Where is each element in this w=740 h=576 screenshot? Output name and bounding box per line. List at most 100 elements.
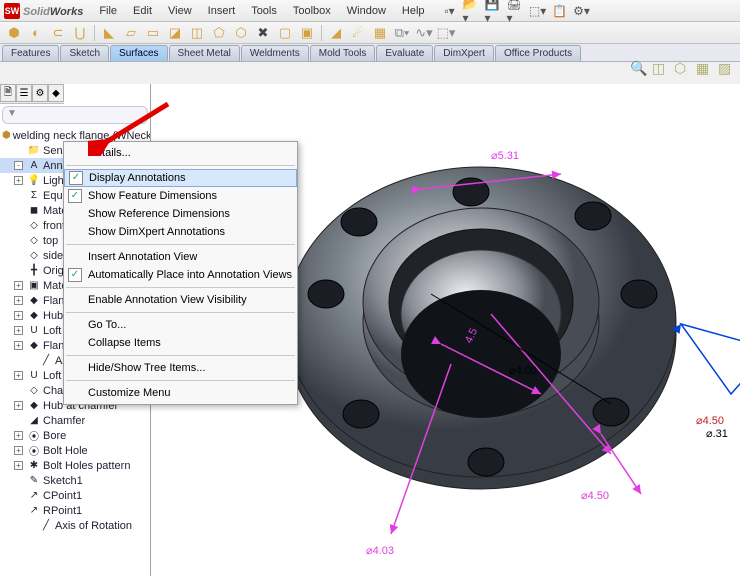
menu-file[interactable]: File [91,2,125,20]
surf6-icon[interactable]: ▣ [297,24,317,42]
tree-label: Chamfer [43,415,85,427]
extrude-icon[interactable]: ⬢ [4,24,24,42]
select-icon[interactable]: ⬚▾ [529,2,547,20]
ctx-customize-menu[interactable]: Customize Menu [64,384,297,402]
print-icon[interactable]: 🖨▾ [507,2,525,20]
expander-icon[interactable]: + [14,461,23,470]
tab-mold-tools[interactable]: Mold Tools [310,45,376,61]
tab-dimxpert[interactable]: DimXpert [434,45,494,61]
expander-icon[interactable]: + [14,326,23,335]
expander-icon[interactable]: - [14,161,23,170]
knit-icon[interactable]: ☄ [348,24,368,42]
expander-icon[interactable]: + [14,311,23,320]
tree-item[interactable]: ╱Axis of Rotation [0,518,150,533]
tree-item[interactable]: ↗RPoint1 [0,503,150,518]
menu-toolbox[interactable]: Toolbox [285,2,339,20]
options-icon[interactable]: ⚙▾ [573,2,591,20]
loft-icon[interactable]: ⋃ [70,24,90,42]
save-icon[interactable]: 💾▾ [485,2,503,20]
svg-text:⌀4.00: ⌀4.00 [509,365,537,377]
tree-item[interactable]: ↗CPoint1 [0,488,150,503]
curves-icon[interactable]: ∿▾ [414,24,434,42]
tree-tab-fm[interactable]: 🗎 [0,84,16,102]
tree-item[interactable]: ◢Chamfer [0,413,150,428]
expander-icon[interactable]: + [14,401,23,410]
tree-icon: ◆ [27,340,41,352]
plane-icon[interactable]: ▱ [121,24,141,42]
expander-icon[interactable]: + [14,281,23,290]
menu-help[interactable]: Help [394,2,433,20]
surf5-icon[interactable]: ▢ [275,24,295,42]
tab-weldments[interactable]: Weldments [241,45,309,61]
tree-tab-cfg[interactable]: ⚙ [32,84,48,102]
ctx-label: Show Reference Dimensions [88,208,230,220]
revolve-icon[interactable]: ◐ [26,24,46,42]
tree-label: Bolt Holes pattern [43,460,130,472]
ctx-display-annotations[interactable]: ✓Display Annotations [64,169,297,187]
tab-sheet-metal[interactable]: Sheet Metal [169,45,240,61]
expander-icon[interactable]: + [14,446,23,455]
sweep-icon[interactable]: ⊂ [48,24,68,42]
tree-item[interactable]: +✱Bolt Holes pattern [0,458,150,473]
tab-sketch[interactable]: Sketch [60,45,109,61]
checkbox-icon: ✓ [68,189,82,203]
surf1-icon[interactable]: ◪ [165,24,185,42]
scene-icon[interactable]: ▨ [718,60,736,78]
fillet2-icon[interactable]: ◢ [326,24,346,42]
ctx-show-feature-dimensions[interactable]: ✓Show Feature Dimensions [64,187,297,205]
expander-icon[interactable]: + [14,431,23,440]
menu-tools[interactable]: Tools [243,2,285,20]
view-orient-icon[interactable]: ⬡ [674,60,692,78]
tree-icon: ╱ [39,355,53,367]
ctx-enable-annotation-view-visibility[interactable]: Enable Annotation View Visibility [64,291,297,309]
thicken-icon[interactable]: ▦ [370,24,390,42]
callout-arrow [88,96,178,156]
sectionview-icon[interactable]: ◫ [652,60,670,78]
delete-icon[interactable]: ✖ [253,24,273,42]
tab-surfaces[interactable]: Surfaces [110,45,167,61]
display-icon[interactable]: ▦ [696,60,714,78]
tree-icon: ◇ [27,220,41,232]
svg-text:⌀.31: ⌀.31 [706,428,728,440]
ctx-automatically-place-into-annotation-views[interactable]: ✓Automatically Place into Annotation Vie… [64,266,297,284]
tree-tab-pm[interactable]: ☰ [16,84,32,102]
menu-window[interactable]: Window [339,2,394,20]
menu-insert[interactable]: Insert [200,2,244,20]
expander-icon[interactable]: + [14,176,23,185]
ctx-hide-show-tree-items-[interactable]: Hide/Show Tree Items... [64,359,297,377]
fillet-icon[interactable]: ◣ [99,24,119,42]
surf3-icon[interactable]: ⬠ [209,24,229,42]
ctx-show-reference-dimensions[interactable]: Show Reference Dimensions [64,205,297,223]
inst3d-icon[interactable]: ⬚▾ [436,24,456,42]
ctx-label: Display Annotations [89,172,186,184]
new-icon[interactable]: ▫▾ [441,2,459,20]
rebuild-icon[interactable]: 📋 [551,2,569,20]
checkbox-icon [68,293,82,307]
menu-edit[interactable]: Edit [125,2,160,20]
ctx-insert-annotation-view[interactable]: Insert Annotation View [64,248,297,266]
tree-item[interactable]: ✎Sketch1 [0,473,150,488]
svg-text:⌀4.50: ⌀4.50 [696,415,724,427]
logo-icon: SW [4,3,20,19]
ctx-label: Collapse Items [88,337,161,349]
tab-office-products[interactable]: Office Products [495,45,581,61]
menu-view[interactable]: View [160,2,200,20]
expander-icon[interactable]: + [14,341,23,350]
ctx-collapse-items[interactable]: Collapse Items [64,334,297,352]
ctx-go-to-[interactable]: Go To... [64,316,297,334]
ref-icon[interactable]: ⧉▾ [392,24,412,42]
expander-icon[interactable]: + [14,296,23,305]
tree-item[interactable]: +⦿Bore [0,428,150,443]
tree-tab-dx[interactable]: ◆ [48,84,64,102]
ctx-show-dimxpert-annotations[interactable]: Show DimXpert Annotations [64,223,297,241]
surf4-icon[interactable]: ⬡ [231,24,251,42]
open-icon[interactable]: 📂▾ [463,2,481,20]
surf2-icon[interactable]: ◫ [187,24,207,42]
zoom-icon[interactable]: 🔍 [630,60,648,78]
expander-icon[interactable]: + [14,371,23,380]
tree-label: Bore [43,430,66,442]
tab-features[interactable]: Features [2,45,59,61]
tree-item[interactable]: +⦿Bolt Hole [0,443,150,458]
cut-icon[interactable]: ▭ [143,24,163,42]
tab-evaluate[interactable]: Evaluate [376,45,433,61]
